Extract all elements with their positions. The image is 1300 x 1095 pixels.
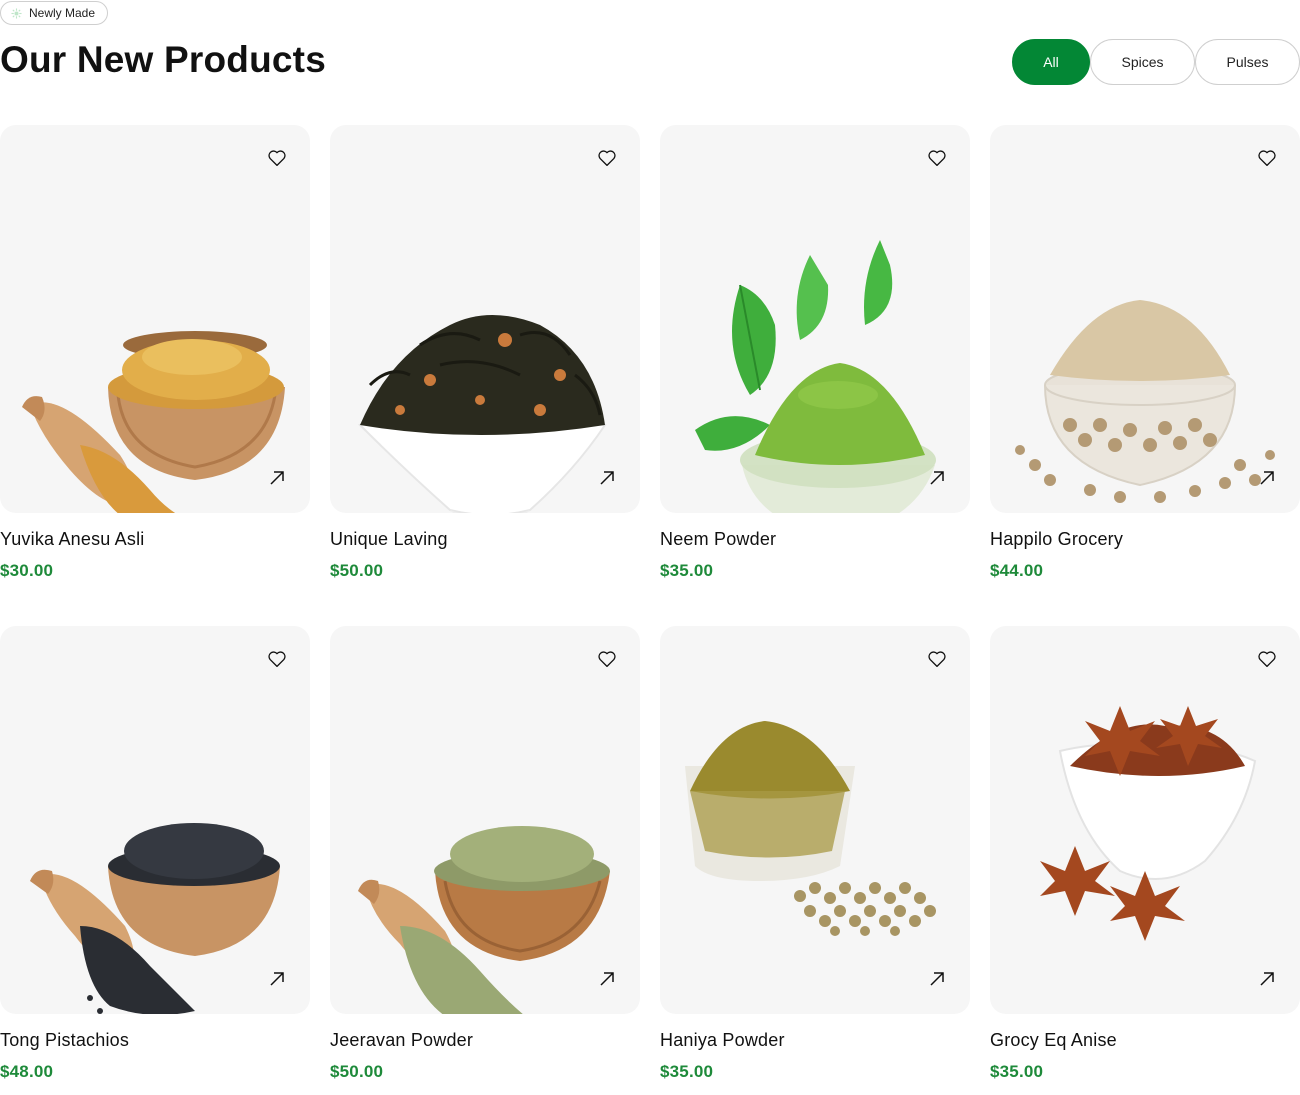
- product-name[interactable]: Happilo Grocery: [990, 529, 1123, 550]
- star-anise-bowl-image: [1040, 706, 1257, 941]
- heart-icon[interactable]: [1256, 648, 1278, 670]
- product-price: $50.00: [330, 1062, 384, 1081]
- badge-label: Newly Made: [29, 6, 96, 20]
- arrow-up-right-icon[interactable]: [926, 467, 948, 489]
- heart-icon[interactable]: [926, 147, 948, 169]
- product-image-area[interactable]: [660, 626, 970, 1014]
- fennel-seeds-bowl-image: [358, 826, 610, 1014]
- product-image-area[interactable]: [330, 626, 640, 1014]
- heart-icon[interactable]: [1256, 147, 1278, 169]
- product-image-area[interactable]: [0, 626, 310, 1014]
- white-pepper-bowl-image: [1015, 300, 1275, 503]
- arrow-up-right-icon[interactable]: [1256, 968, 1278, 990]
- newly-made-badge: Newly Made: [0, 1, 109, 25]
- category-filters: All Spices Pulses: [1012, 39, 1300, 85]
- product-grid: Yuvika Anesu Asli $30.00 Unique Laving $…: [0, 125, 1300, 1095]
- product-price: $48.00: [0, 1062, 54, 1081]
- heart-icon[interactable]: [926, 648, 948, 670]
- product-image-area[interactable]: [990, 125, 1300, 513]
- product-card[interactable]: Tong Pistachios $48.00: [0, 626, 310, 1095]
- product-name[interactable]: Jeeravan Powder: [330, 1030, 473, 1051]
- filter-all-button[interactable]: All: [1012, 39, 1090, 85]
- product-image-area[interactable]: [330, 125, 640, 513]
- arrow-up-right-icon[interactable]: [596, 968, 618, 990]
- arrow-up-right-icon[interactable]: [266, 968, 288, 990]
- product-price: $35.00: [660, 1062, 714, 1081]
- heart-icon[interactable]: [266, 147, 288, 169]
- coriander-powder-bowl-image: [685, 721, 936, 936]
- sparkle-icon: [11, 7, 22, 19]
- arrow-up-right-icon[interactable]: [596, 467, 618, 489]
- tea-leaves-bowl-image: [358, 315, 607, 513]
- product-card[interactable]: Grocy Eq Anise $35.00: [990, 626, 1300, 1095]
- product-name[interactable]: Grocy Eq Anise: [990, 1030, 1117, 1051]
- product-card[interactable]: Neem Powder $35.00: [660, 125, 970, 594]
- heart-icon[interactable]: [596, 648, 618, 670]
- heart-icon[interactable]: [266, 648, 288, 670]
- neem-powder-bowl-image: [695, 240, 936, 513]
- product-price: $35.00: [990, 1062, 1044, 1081]
- black-seeds-bowl-image: [30, 823, 280, 1014]
- product-name[interactable]: Tong Pistachios: [0, 1030, 129, 1051]
- fenugreek-bowl-image: [22, 331, 285, 513]
- heart-icon[interactable]: [596, 147, 618, 169]
- filter-spices-button[interactable]: Spices: [1090, 39, 1195, 85]
- arrow-up-right-icon[interactable]: [266, 467, 288, 489]
- product-card[interactable]: Jeeravan Powder $50.00: [330, 626, 640, 1095]
- product-price: $35.00: [660, 561, 714, 580]
- arrow-up-right-icon[interactable]: [1256, 467, 1278, 489]
- product-price: $44.00: [990, 561, 1044, 580]
- product-image-area[interactable]: [660, 125, 970, 513]
- product-card[interactable]: Yuvika Anesu Asli $30.00: [0, 125, 310, 594]
- arrow-up-right-icon[interactable]: [926, 968, 948, 990]
- product-name[interactable]: Haniya Powder: [660, 1030, 785, 1051]
- product-card[interactable]: Unique Laving $50.00: [330, 125, 640, 594]
- product-price: $50.00: [330, 561, 384, 580]
- product-name[interactable]: Yuvika Anesu Asli: [0, 529, 145, 550]
- product-name[interactable]: Unique Laving: [330, 529, 448, 550]
- product-name[interactable]: Neem Powder: [660, 529, 776, 550]
- filter-pulses-button[interactable]: Pulses: [1195, 39, 1300, 85]
- product-card[interactable]: Haniya Powder $35.00: [660, 626, 970, 1095]
- page-title: Our New Products: [0, 39, 326, 80]
- product-image-area[interactable]: [0, 125, 310, 513]
- product-card[interactable]: Happilo Grocery $44.00: [990, 125, 1300, 594]
- product-image-area[interactable]: [990, 626, 1300, 1014]
- product-price: $30.00: [0, 561, 54, 580]
